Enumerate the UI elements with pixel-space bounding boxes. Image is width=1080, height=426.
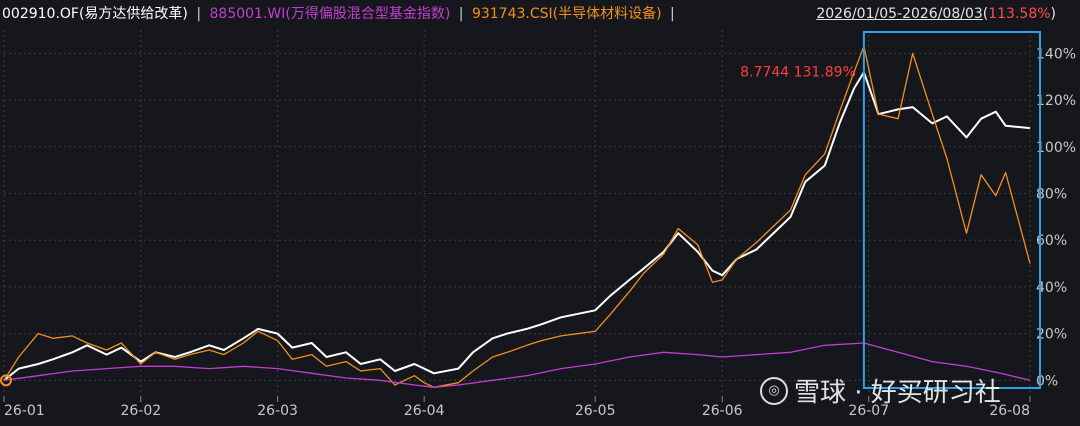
series-line-s1 bbox=[3, 71, 1031, 382]
y-tick-label: 120% bbox=[1036, 93, 1076, 109]
peak-annotation: 8.7744 131.89% bbox=[740, 64, 856, 80]
x-tick-label: 26-05 bbox=[575, 403, 616, 419]
xueqiu-logo-icon: ◎ bbox=[760, 376, 788, 405]
x-tick-label: 26-04 bbox=[404, 403, 445, 419]
y-tick-label: 140% bbox=[1036, 46, 1076, 62]
x-tick-label: 26-02 bbox=[120, 403, 161, 419]
highlight-box bbox=[862, 31, 1042, 389]
watermark: ◎ 雪球 · 好买研习社 bbox=[760, 372, 1001, 409]
y-tick-label: 100% bbox=[1036, 140, 1076, 156]
x-tick-label: 26-03 bbox=[257, 403, 298, 419]
line-chart[interactable]: 0%20%40%60%80%100%120%140%26-01 26-02 26-0… bbox=[0, 0, 1080, 426]
x-tick-label: 26-06 bbox=[702, 403, 743, 419]
watermark-text: 雪球 · 好买研习社 bbox=[794, 378, 1001, 408]
series-line-s3 bbox=[3, 45, 1031, 388]
x-tick-label: 26-01 bbox=[4, 403, 45, 419]
